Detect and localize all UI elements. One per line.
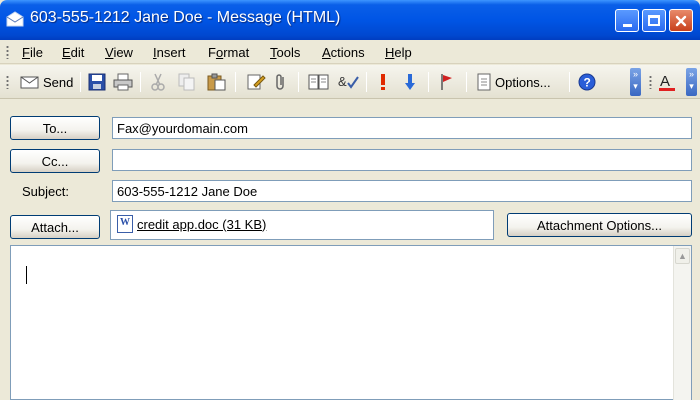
menu-file[interactable]: File (22, 45, 43, 60)
flag-icon (441, 74, 452, 90)
standard-toolbar: Send & Options... ? » ▾ A » ▾ (0, 65, 700, 99)
check-names-icon: & (338, 74, 359, 89)
send-label: Send (43, 74, 74, 90)
menu-tools[interactable]: Tools (270, 45, 300, 60)
toolbar-separator (298, 72, 299, 92)
title-bar: 603-555-1212 Jane Doe - Message (HTML) (0, 0, 700, 40)
toolbar-separator (466, 72, 467, 92)
scroll-up-button[interactable]: ▲ (675, 248, 690, 264)
attach-button-label: Attach... (31, 219, 79, 235)
minimize-button[interactable] (615, 9, 639, 32)
check-names-button[interactable]: & (337, 72, 359, 92)
svg-text:A: A (660, 73, 670, 90)
toolbar-overflow-chevron[interactable]: » ▾ (630, 68, 641, 96)
subject-label: Subject: (22, 184, 69, 199)
cut-button[interactable] (150, 72, 166, 92)
menu-edit[interactable]: Edit (62, 45, 84, 60)
toolbar-separator (366, 72, 367, 92)
to-field[interactable]: Fax@yourdomain.com (112, 117, 692, 139)
envelope-icon[interactable] (6, 11, 24, 27)
copy-button[interactable] (178, 72, 196, 92)
print-icon (113, 73, 133, 91)
to-button[interactable]: To... (10, 116, 100, 140)
minimize-icon (622, 24, 632, 27)
attach-button[interactable]: Attach... (10, 215, 100, 239)
text-caret (26, 266, 27, 284)
menu-grip-handle[interactable] (6, 45, 9, 59)
cut-icon (151, 73, 165, 91)
to-field-value: Fax@yourdomain.com (117, 121, 248, 136)
attachment-list: credit app.doc (31 KB) (110, 210, 494, 240)
copy-icon (178, 73, 195, 91)
menu-help[interactable]: Help (385, 45, 412, 60)
window-title: 603-555-1212 Jane Doe - Message (HTML) (30, 9, 341, 26)
importance-high-icon (381, 74, 385, 90)
send-icon (20, 76, 39, 89)
options-button[interactable]: Options... (476, 72, 551, 92)
importance-low-button[interactable] (404, 72, 416, 92)
address-book-button[interactable] (308, 72, 330, 92)
menu-bar: File Edit View Insert Format Tools Actio… (0, 40, 700, 64)
paste-button[interactable] (207, 72, 227, 92)
menu-actions[interactable]: Actions (322, 45, 365, 60)
attachment-options-label: Attachment Options... (536, 217, 662, 233)
importance-low-icon (405, 74, 415, 90)
font-color-button[interactable]: A (658, 72, 676, 92)
format-toolbar-grip-handle[interactable] (649, 75, 652, 89)
attachment-filename: credit app.doc (31 KB) (137, 216, 267, 232)
toolbar-separator (235, 72, 236, 92)
maximize-icon (648, 15, 660, 26)
options-label: Options... (495, 74, 551, 90)
menu-insert[interactable]: Insert (153, 45, 186, 60)
subject-field[interactable]: 603-555-1212 Jane Doe (112, 180, 692, 202)
word-document-icon (117, 215, 133, 233)
insert-file-button[interactable] (246, 72, 266, 92)
cc-button[interactable]: Cc... (10, 149, 100, 173)
cc-field[interactable] (112, 149, 692, 171)
options-icon (477, 73, 491, 91)
paperclip-icon (276, 74, 284, 90)
save-icon (88, 73, 106, 91)
flag-button[interactable] (440, 72, 454, 92)
toolbar-separator (428, 72, 429, 92)
subject-field-value: 603-555-1212 Jane Doe (117, 184, 258, 199)
cc-button-label: Cc... (41, 153, 69, 169)
help-button[interactable]: ? (578, 72, 596, 92)
attachment-options-button[interactable]: Attachment Options... (507, 213, 692, 237)
importance-high-button[interactable] (378, 72, 388, 92)
help-icon: ? (578, 73, 596, 91)
attachment-item[interactable]: credit app.doc (31 KB) (117, 215, 266, 233)
vertical-scrollbar[interactable]: ▲ (673, 246, 691, 400)
close-button[interactable] (669, 9, 693, 32)
menu-view[interactable]: View (105, 45, 133, 60)
insert-file-icon (247, 74, 266, 90)
toolbar-grip-handle[interactable] (6, 75, 9, 89)
to-button-label: To... (42, 120, 68, 136)
message-body[interactable]: ▲ (10, 245, 692, 400)
svg-text:?: ? (584, 76, 591, 90)
attach-file-button[interactable] (274, 72, 288, 92)
toolbar-separator (140, 72, 141, 92)
maximize-button[interactable] (642, 9, 666, 32)
font-color-icon: A (659, 73, 675, 91)
menu-format[interactable]: Format (208, 45, 249, 60)
address-book-icon (308, 74, 329, 90)
svg-text:&: & (338, 74, 347, 89)
paste-icon (207, 73, 226, 91)
send-button[interactable]: Send (20, 72, 73, 92)
format-toolbar-overflow-chevron[interactable]: » ▾ (686, 68, 697, 96)
print-button[interactable] (113, 72, 133, 92)
toolbar-separator (80, 72, 81, 92)
toolbar-separator (569, 72, 570, 92)
save-button[interactable] (88, 72, 106, 92)
close-icon (675, 15, 687, 26)
